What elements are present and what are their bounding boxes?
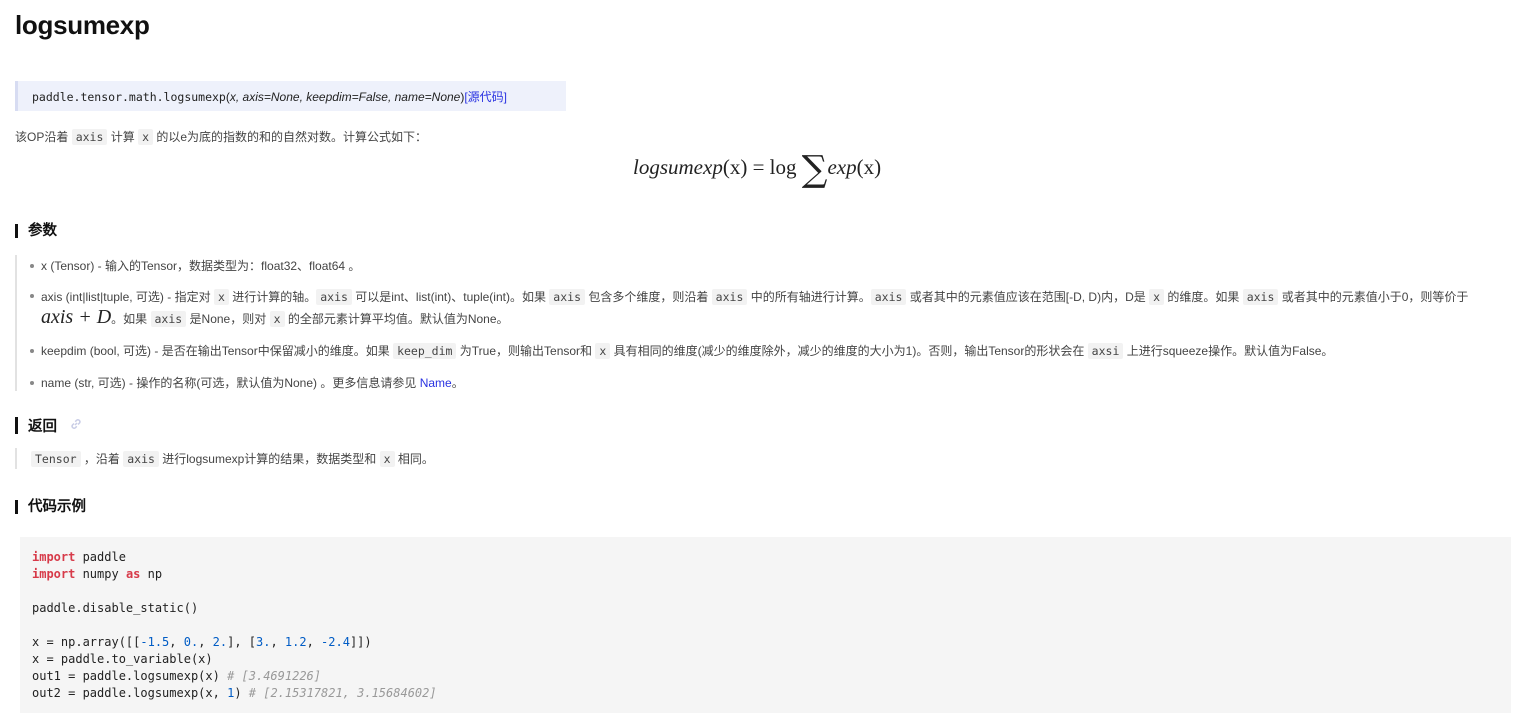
param-text: 为True，则输出Tensor和 <box>456 344 596 358</box>
param-text: 的维度。如果 <box>1164 290 1243 304</box>
returns-description: Tensor ，沿着 axis 进行logsumexp计算的结果，数据类型和 x… <box>15 448 434 469</box>
formula-eq: = log <box>747 155 802 179</box>
code-line: paddle.disable_static() <box>32 601 199 615</box>
inline-code: x <box>138 129 153 145</box>
inline-code: axis <box>711 289 748 305</box>
inline-code: x <box>269 311 285 327</box>
param-text: 。如果 <box>111 312 151 326</box>
formula: logsumexp(x) = log ∑exp(x) <box>633 152 881 188</box>
sum-symbol: ∑ <box>801 149 828 190</box>
code-line: out2 = paddle.logsumexp(x, 1) # [2.15317… <box>32 686 437 700</box>
param-text: 或者其中的元素值小于0，则等价于 <box>1278 290 1469 304</box>
code-text: paddle <box>75 550 126 564</box>
anchor-link-icon[interactable] <box>69 417 83 434</box>
code-text: numpy <box>75 567 126 581</box>
inline-code: x <box>213 289 229 305</box>
returns-text: ，沿着 <box>80 452 124 466</box>
param-text: 或者其中的元素值应该在范围[-D, D)内，D是 <box>906 290 1150 304</box>
signature-args: x, axis=None, keepdim=False, name=None <box>229 90 461 104</box>
param-text: 的全部元素计算平均值。默认值为None。 <box>284 312 509 326</box>
param-text: 具有相同的维度(减少的维度除外，减少的维度的大小为1)。否则，输出Tensor的… <box>610 344 1088 358</box>
example-heading: 代码示例 <box>15 500 86 514</box>
code-line: import numpy as np <box>32 567 162 581</box>
code-text: ) <box>234 686 249 700</box>
number: -1.5 <box>140 635 170 649</box>
code-line: x = np.array([[-1.5, 0., 2.], [3., 1.2, … <box>32 635 372 649</box>
param-text: 进行计算的轴。 <box>228 290 317 304</box>
param-text: 是None，则对 <box>186 312 270 326</box>
param-text: 。 <box>451 376 464 390</box>
param-list: x (Tensor) - 输入的Tensor，数据类型为：float32、flo… <box>15 255 1505 391</box>
name-doc-link[interactable]: Name <box>420 376 452 390</box>
param-text: 上进行squeeze操作。默认值为False。 <box>1123 344 1334 358</box>
param-text: axis (int|list|tuple, 可选) - 指定对 <box>41 290 214 304</box>
param-axis: axis (int|list|tuple, 可选) - 指定对 x 进行计算的轴… <box>27 287 1505 329</box>
param-x: x (Tensor) - 输入的Tensor，数据类型为：float32、flo… <box>27 257 1505 274</box>
param-name: name (str, 可选) - 操作的名称(可选，默认值为None) 。更多信… <box>27 374 1505 391</box>
code-text: out2 = paddle.logsumexp(x, <box>32 686 228 700</box>
inline-code: axis <box>549 289 585 305</box>
param-text: 包含多个维度，则沿着 <box>585 290 712 304</box>
formula-rhs: exp <box>827 155 857 179</box>
inline-code: axis <box>123 451 159 467</box>
op-description: 该OP沿着 axis 计算 x 的以e为底的指数的和的自然对数。计算公式如下： <box>15 128 427 145</box>
param-text: 可以是int、list(int)、tuple(int)。如果 <box>351 290 550 304</box>
returns-text: 进行logsumexp计算的结果，数据类型和 <box>158 452 380 466</box>
inline-code: axis <box>870 289 907 305</box>
formula-lhs-arg: (x) <box>722 155 748 179</box>
param-text: 中的所有轴进行计算。 <box>747 290 871 304</box>
params-heading: 参数 <box>15 224 57 238</box>
inline-code: axis <box>316 289 352 305</box>
returns-heading-text: 返回 <box>28 419 57 435</box>
number: -2.4 <box>321 635 350 649</box>
code-comment: # [2.15317821, 3.15684602] <box>248 686 437 700</box>
code-text: np <box>140 567 163 581</box>
param-keepdim: keepdim (bool, 可选) - 是否在输出Tensor中保留减小的维度… <box>27 342 1505 359</box>
formula-lhs: logsumexp <box>633 155 723 179</box>
page-title: logsumexp <box>15 10 150 40</box>
number: 1.2 <box>284 635 307 649</box>
inline-code: x <box>379 451 395 467</box>
inline-code: x <box>1149 289 1165 305</box>
inline-code: x <box>595 343 611 359</box>
keyword: as <box>125 567 141 581</box>
api-signature: paddle.tensor.math.logsumexp(x, axis=Non… <box>15 81 566 111</box>
inline-code: axis <box>71 129 108 145</box>
inline-math: axis + D <box>41 306 112 328</box>
number: 0. <box>183 635 199 649</box>
inline-code: keep_dim <box>393 343 457 359</box>
code-text: out1 = paddle.logsumexp(x) <box>32 669 228 683</box>
desc-text: 的以e为底的指数的和的自然对数。计算公式如下： <box>153 130 428 144</box>
code-text: x = np.array([[ <box>32 635 141 649</box>
desc-text: 该OP沿着 <box>15 130 72 144</box>
returns-text: 相同。 <box>394 452 434 466</box>
keyword: import <box>32 567 76 581</box>
formula-rhs-arg: (x) <box>856 155 882 179</box>
number: 3. <box>256 635 271 649</box>
inline-code: Tensor <box>31 451 81 467</box>
param-text: name (str, 可选) - 操作的名称(可选，默认值为None) 。更多信… <box>41 376 420 390</box>
code-line: out1 = paddle.logsumexp(x) # [3.4691226] <box>32 669 321 683</box>
source-code-link[interactable]: [源代码] <box>464 90 507 104</box>
inline-code: axis <box>1242 289 1279 305</box>
inline-code: axis <box>150 311 187 327</box>
code-comment: # [3.4691226] <box>227 669 321 683</box>
param-text: keepdim (bool, 可选) - 是否在输出Tensor中保留减小的维度… <box>41 344 394 358</box>
code-line: x = paddle.to_variable(x) <box>32 652 213 666</box>
number: 2. <box>212 635 228 649</box>
returns-heading: 返回 <box>15 417 83 434</box>
code-line: import paddle <box>32 550 126 564</box>
inline-code: axsi <box>1087 343 1124 359</box>
signature-path: paddle.tensor.math.logsumexp <box>32 90 226 104</box>
keyword: import <box>32 550 76 564</box>
code-example[interactable]: import paddle import numpy as np paddle.… <box>20 537 1511 713</box>
desc-text: 计算 <box>107 130 139 144</box>
